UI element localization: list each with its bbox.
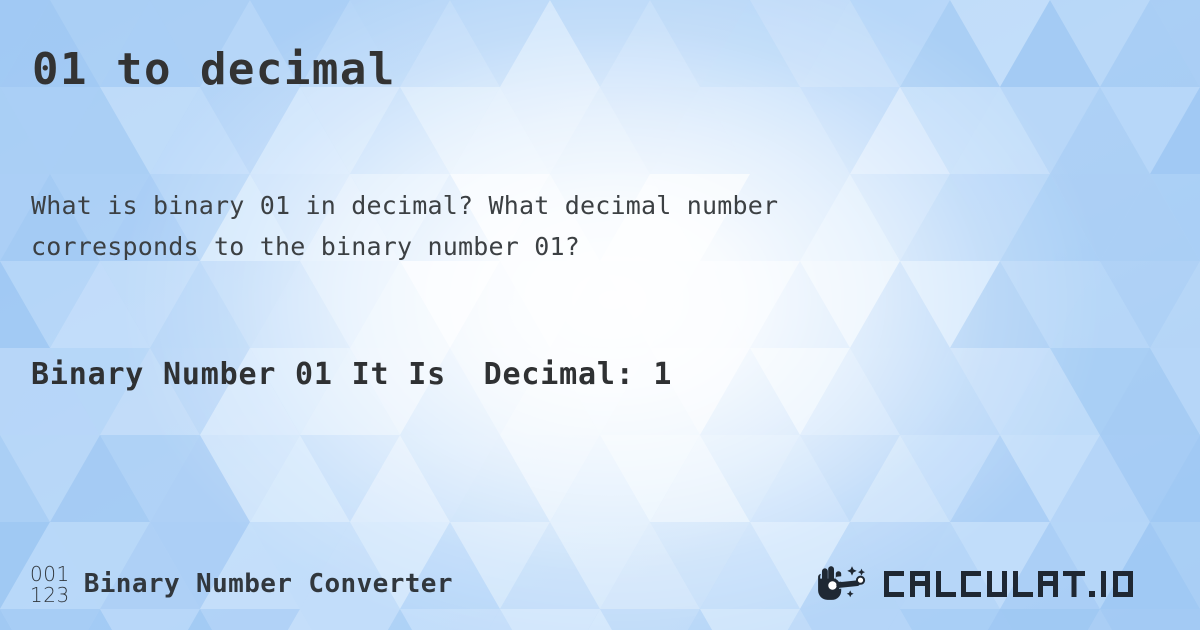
- question-line-1: What is binary 01 in decimal? What decim…: [31, 191, 779, 220]
- binary-digits-top: 001: [30, 562, 70, 586]
- footer-brand: 001 123 Binary Number Converter: [30, 562, 453, 606]
- hand-magic-wand-icon: [818, 566, 866, 600]
- card-content: 01 to decimal What is binary 01 in decim…: [0, 0, 1200, 630]
- calculatio-wordmark: [882, 565, 1174, 601]
- binary-digits-bottom: 123: [30, 583, 70, 607]
- site-logo[interactable]: [814, 562, 1174, 606]
- binary-digits-logo-icon: 001 123: [30, 562, 70, 606]
- question-text: What is binary 01 in decimal? What decim…: [31, 185, 1041, 267]
- question-line-2: corresponds to the binary number 01?: [31, 232, 581, 261]
- answer-result: Binary Number 01 It Is Decimal: 1: [31, 357, 673, 392]
- footer-brand-label: Binary Number Converter: [83, 569, 453, 599]
- page-title: 01 to decimal: [32, 44, 396, 95]
- footer: 001 123 Binary Number Converter: [0, 538, 1200, 630]
- og-card: 01 to decimal What is binary 01 in decim…: [0, 0, 1200, 630]
